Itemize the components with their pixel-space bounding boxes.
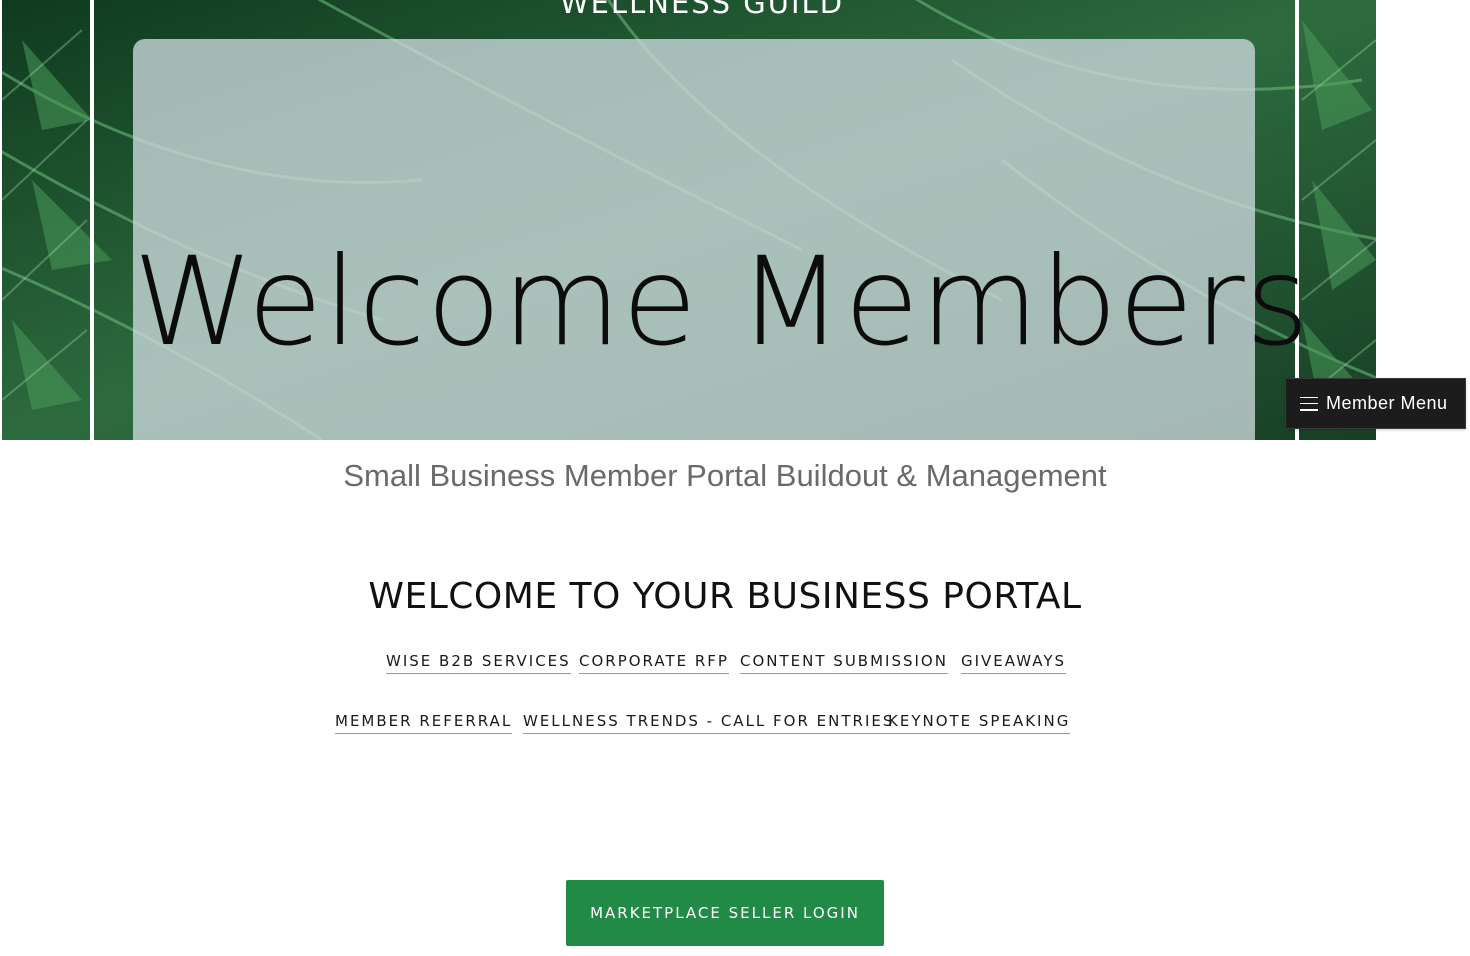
link-wise-b2b-services[interactable]: WISE B2B SERVICES	[386, 652, 571, 674]
link-giveaways[interactable]: GIVEAWAYS	[961, 652, 1067, 674]
hero-banner: WELLNESS GUILD Welcome Members	[2, 0, 1376, 440]
hamburger-menu-icon	[1300, 396, 1318, 411]
page-subtitle: Small Business Member Portal Buildout & …	[343, 458, 1107, 493]
link-corporate-rfp[interactable]: CORPORATE RFP	[579, 652, 729, 674]
marketplace-seller-login-button[interactable]: MARKETPLACE SELLER LOGIN	[566, 880, 884, 946]
org-name: WELLNESS GUILD	[559, 0, 845, 20]
frame-line-left	[90, 0, 94, 440]
link-wellness-trends[interactable]: WELLNESS TRENDS - CALL FOR ENTRIES	[523, 712, 895, 734]
portal-heading: WELCOME TO YOUR BUSINESS PORTAL	[368, 576, 1082, 617]
frame-line-right	[1295, 0, 1299, 440]
member-menu-label: Member Menu	[1326, 393, 1448, 413]
member-menu-button[interactable]: Member Menu	[1285, 378, 1466, 429]
hero-title: Welcome Members	[133, 231, 1311, 373]
link-keynote-speaking[interactable]: KEYNOTE SPEAKING	[888, 712, 1071, 734]
link-member-referral[interactable]: MEMBER REFERRAL	[335, 712, 513, 734]
link-content-submission[interactable]: CONTENT SUBMISSION	[740, 652, 948, 674]
